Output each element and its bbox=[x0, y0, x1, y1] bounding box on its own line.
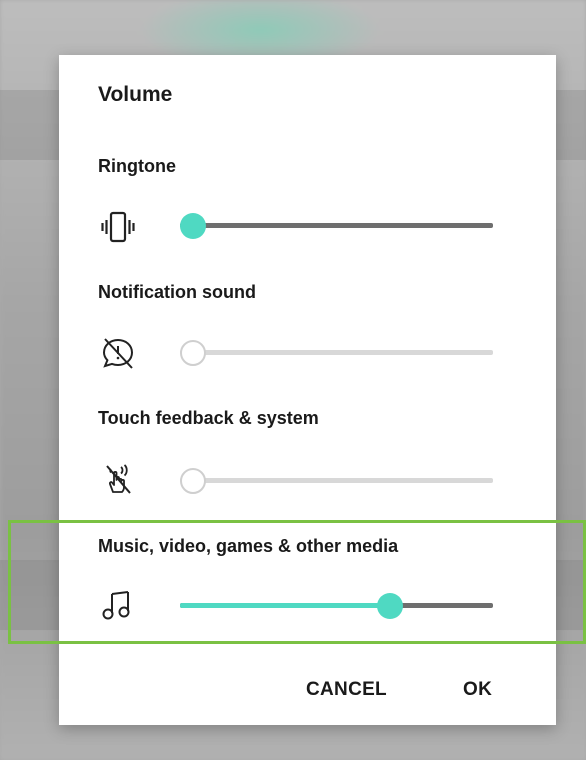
touch-feedback-slider-thumb[interactable] bbox=[180, 468, 206, 494]
ok-button[interactable]: OK bbox=[463, 679, 492, 701]
touch-feedback-label: Touch feedback & system bbox=[98, 408, 319, 428]
ringtone-volume-slider[interactable] bbox=[180, 210, 493, 240]
notification-slider-track bbox=[180, 350, 493, 355]
notification-muted-icon[interactable] bbox=[98, 333, 138, 373]
touch-feedback-volume-slider[interactable] bbox=[180, 465, 493, 495]
ringtone-slider-thumb[interactable] bbox=[180, 213, 206, 239]
dialog-title: Volume bbox=[98, 83, 173, 106]
notification-slider-thumb[interactable] bbox=[180, 340, 206, 366]
notification-sound-label: Notification sound bbox=[98, 282, 256, 302]
touch-feedback-slider-track bbox=[180, 478, 493, 483]
touch-feedback-muted-icon[interactable] bbox=[98, 459, 138, 499]
ringtone-label: Ringtone bbox=[98, 156, 176, 176]
highlight-box bbox=[8, 520, 586, 644]
vibrate-icon[interactable] bbox=[98, 207, 138, 247]
cancel-button[interactable]: CANCEL bbox=[306, 679, 387, 701]
notification-volume-slider[interactable] bbox=[180, 337, 493, 367]
ringtone-slider-track bbox=[180, 223, 493, 228]
